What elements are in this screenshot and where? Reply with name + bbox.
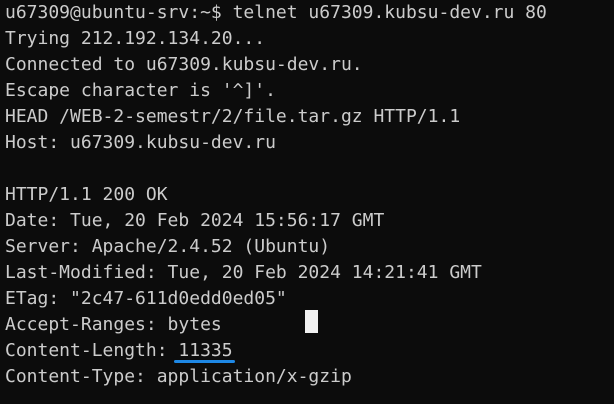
terminal-line: Content-Type: application/x-gzip	[5, 366, 352, 387]
terminal-window[interactable]: u67309@ubuntu-srv:~$ telnet u67309.kubsu…	[0, 0, 614, 404]
terminal-line: HEAD /WEB-2-semestr/2/file.tar.gz HTTP/1…	[5, 106, 461, 127]
terminal-line: Trying 212.192.134.20...	[5, 28, 266, 49]
content-length-value: 11335	[174, 338, 235, 364]
terminal-line: ETag: "2c47-611d0edd0ed05"	[5, 288, 287, 309]
terminal-line: Escape character is '^]'.	[5, 80, 276, 101]
content-length-label: Content-Length:	[5, 340, 179, 361]
terminal-line: Connected to u67309.kubsu-dev.ru.	[5, 54, 363, 75]
terminal-line: Date: Tue, 20 Feb 2024 15:56:17 GMT	[5, 210, 385, 231]
terminal-line-content-length: Content-Length: 11335	[5, 338, 614, 364]
highlight-underline	[174, 360, 235, 363]
terminal-line: HTTP/1.1 200 OK	[5, 184, 168, 205]
terminal-line: u67309@ubuntu-srv:~$ telnet u67309.kubsu…	[5, 2, 547, 23]
terminal-line: Host: u67309.kubsu-dev.ru	[5, 132, 276, 153]
content-length-number: 11335	[178, 340, 233, 361]
text-cursor	[305, 310, 318, 333]
terminal-line: Server: Apache/2.4.52 (Ubuntu)	[5, 236, 331, 257]
terminal-line: Last-Modified: Tue, 20 Feb 2024 14:21:41…	[5, 262, 482, 283]
